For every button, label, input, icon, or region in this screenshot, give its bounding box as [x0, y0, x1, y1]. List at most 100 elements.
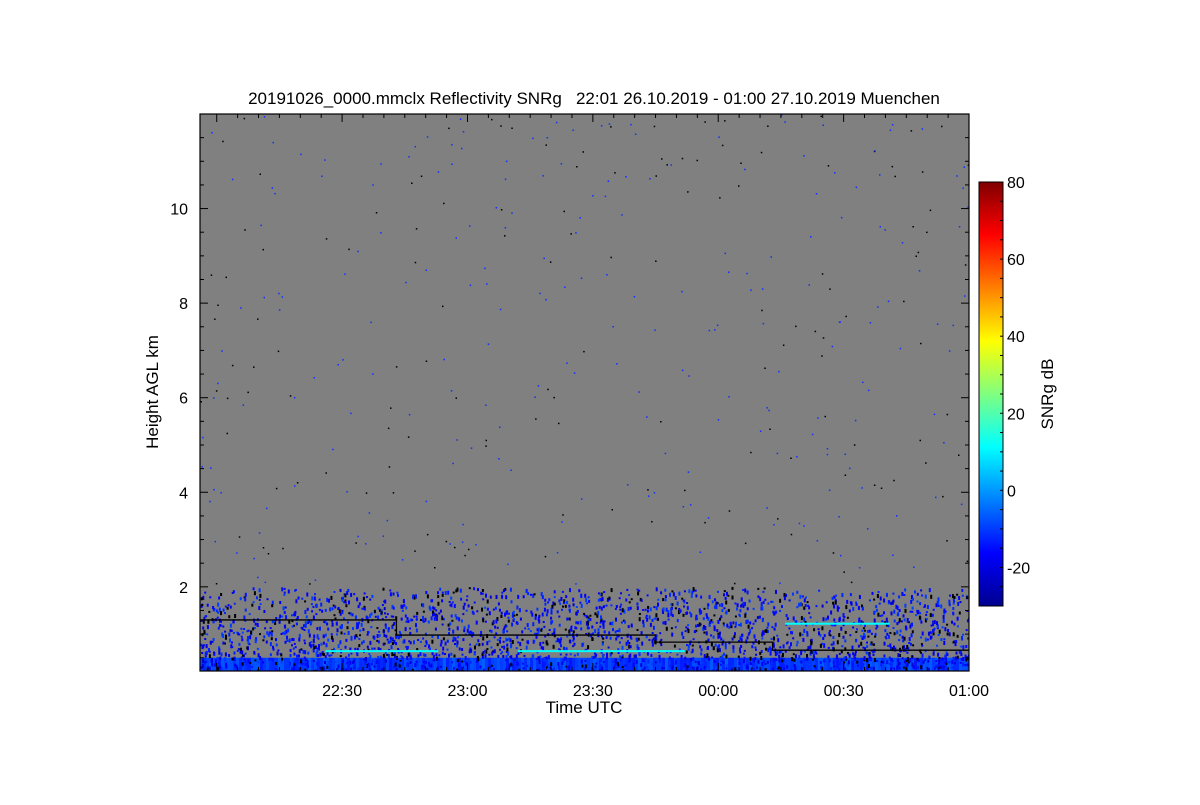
signal-pixel [683, 590, 686, 593]
signal-pixel [565, 595, 568, 599]
noise-pixel [717, 419, 720, 421]
signal-pixel [495, 619, 498, 624]
signal-pixel [808, 612, 811, 615]
signal-pixel [266, 598, 269, 601]
signal-pixel [558, 615, 561, 618]
signal-pixel [803, 659, 806, 662]
signal-pixel [538, 657, 540, 660]
signal-pixel [270, 637, 273, 641]
noise-pixel [744, 168, 746, 171]
signal-pixel [866, 658, 869, 663]
noise-pixel [344, 273, 346, 275]
signal-pixel [538, 627, 540, 630]
signal-pixel [920, 589, 923, 592]
signal-pixel [459, 588, 462, 593]
signal-pixel [929, 631, 932, 635]
surface-pixel [857, 657, 860, 671]
signal-pixel [669, 668, 672, 671]
signal-pixel [505, 655, 508, 659]
signal-pixel [237, 648, 240, 651]
signal-pixel [238, 633, 241, 636]
signal-pixel [550, 607, 553, 612]
signal-pixel [229, 638, 231, 643]
noise-pixel [896, 515, 898, 517]
noise-pixel [443, 202, 445, 205]
signal-pixel [838, 668, 841, 671]
noise-pixel [874, 150, 876, 152]
noise-pixel [357, 250, 359, 253]
signal-pixel [202, 658, 204, 663]
signal-pixel [321, 609, 324, 613]
signal-pixel [287, 665, 290, 668]
signal-pixel [221, 667, 224, 671]
surface-pixel [239, 657, 242, 671]
signal-pixel [331, 622, 334, 627]
noise-pixel [221, 350, 223, 352]
signal-pixel [691, 590, 694, 594]
signal-pixel [336, 628, 339, 633]
signal-pixel [854, 656, 857, 661]
signal-pixel [346, 662, 349, 665]
signal-pixel [900, 620, 903, 623]
signal-pixel [767, 602, 770, 605]
noise-pixel [499, 426, 501, 428]
signal-pixel [828, 659, 831, 663]
signal-pixel [849, 593, 852, 597]
signal-pixel [745, 639, 748, 644]
signal-pixel [311, 610, 314, 613]
signal-pixel [642, 623, 645, 628]
noise-pixel [462, 131, 465, 133]
signal-pixel [519, 617, 522, 621]
signal-pixel [874, 635, 877, 638]
signal-pixel [335, 621, 338, 626]
signal-pixel [352, 664, 355, 668]
signal-pixel [390, 615, 393, 618]
signal-pixel [456, 616, 459, 620]
signal-pixel [496, 643, 499, 647]
signal-pixel [610, 588, 613, 593]
signal-pixel [893, 632, 896, 636]
signal-pixel [867, 664, 870, 668]
signal-pixel [550, 616, 553, 620]
signal-pixel [595, 606, 598, 610]
signal-pixel [547, 663, 550, 666]
signal-pixel [832, 635, 835, 639]
signal-pixel [818, 631, 820, 636]
signal-pixel [723, 624, 725, 627]
signal-pixel [865, 651, 868, 655]
signal-pixel [256, 623, 259, 627]
signal-pixel [646, 594, 649, 597]
signal-pixel [516, 605, 519, 610]
signal-pixel [494, 625, 497, 629]
signal-pixel [832, 601, 835, 605]
noise-pixel [777, 518, 779, 520]
signal-pixel [456, 626, 459, 631]
signal-pixel [389, 592, 392, 597]
signal-pixel [802, 637, 805, 642]
signal-pixel [535, 635, 538, 639]
signal-pixel [932, 608, 935, 611]
noise-pixel [889, 129, 892, 131]
noise-pixel [266, 507, 268, 510]
signal-pixel [540, 628, 543, 632]
signal-pixel [446, 639, 449, 643]
noise-pixel [511, 127, 513, 129]
signal-pixel [803, 628, 806, 633]
signal-pixel [648, 639, 651, 641]
signal-pixel [694, 589, 697, 592]
signal-pixel [692, 587, 695, 592]
surface-pixel [332, 657, 335, 671]
signal-pixel [792, 653, 795, 656]
signal-pixel [222, 634, 225, 638]
colorbar-tick-label: 20 [1007, 406, 1025, 423]
signal-pixel [790, 631, 792, 635]
signal-pixel [558, 648, 560, 651]
signal-pixel [725, 664, 728, 668]
noise-pixel [449, 543, 451, 545]
signal-pixel [799, 632, 802, 637]
signal-pixel [439, 587, 442, 591]
radar-chart: 20191026_0000.mmclx Reflectivity SNRg 22… [143, 89, 1057, 717]
signal-pixel [546, 667, 549, 670]
noise-pixel [210, 467, 212, 469]
signal-pixel [911, 622, 913, 627]
